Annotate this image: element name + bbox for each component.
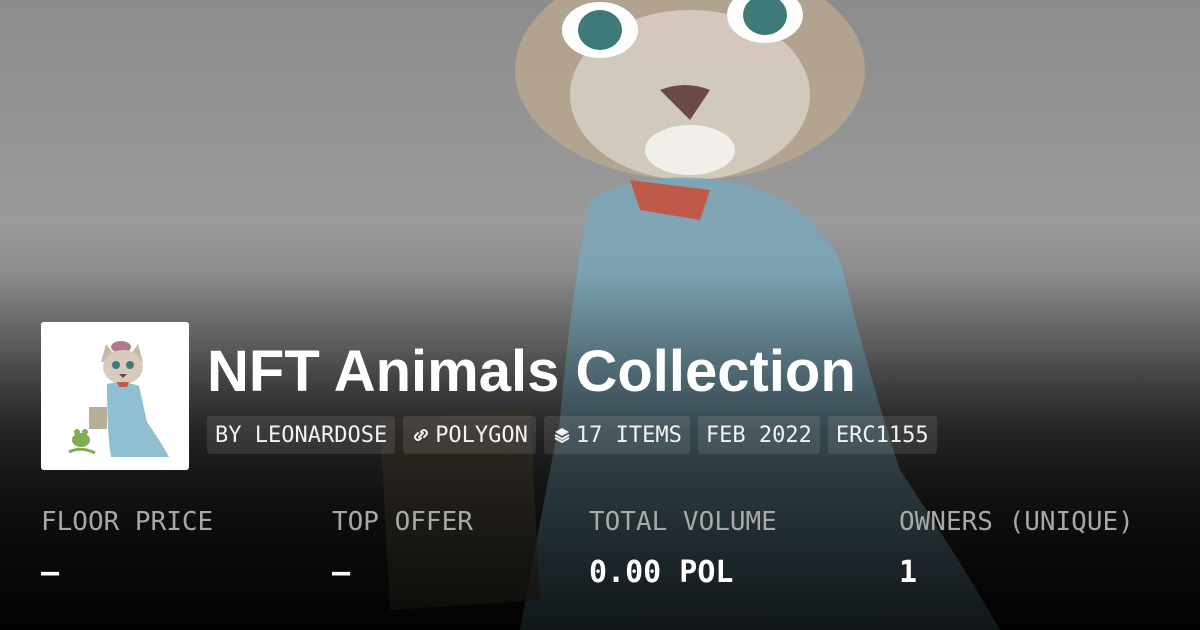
total-volume-label: TOTAL VOLUME [589, 507, 777, 537]
layers-icon [554, 428, 570, 444]
top-offer-stat: TOP OFFER — [332, 505, 473, 593]
collection-tags: BY LEONARDOSE POLYGON 17 ITEMS FEB 2022 … [207, 416, 937, 454]
items-tag-label: 17 ITEMS [575, 422, 682, 448]
chain-tag-label: POLYGON [435, 422, 528, 448]
owners-label: OWNERS (UNIQUE) [899, 507, 1134, 537]
polygon-link-icon [414, 429, 429, 441]
creator-tag-label: BY LEONARDOSE [215, 422, 388, 448]
owners-value: 1 [899, 555, 918, 590]
top-offer-value: — [332, 555, 351, 590]
floor-price-label: FLOOR PRICE [41, 507, 214, 537]
total-volume-stat: TOTAL VOLUME 0.00 POL [589, 505, 777, 593]
floor-price-stat: FLOOR PRICE — [41, 505, 213, 593]
owners-stat: OWNERS (UNIQUE) 1 [899, 505, 1134, 593]
cat-logo-image [41, 322, 189, 470]
standard-tag: ERC1155 [827, 416, 937, 454]
collection-title: NFT Animals Collection [207, 339, 856, 404]
items-tag[interactable]: 17 ITEMS [543, 416, 690, 454]
creator-tag[interactable]: BY LEONARDOSE [207, 416, 396, 454]
date-tag: FEB 2022 [697, 416, 820, 454]
chain-tag[interactable]: POLYGON [403, 416, 536, 454]
date-tag-label: FEB 2022 [705, 422, 812, 448]
total-volume-value: 0.00 POL [589, 555, 734, 590]
standard-tag-label: ERC1155 [835, 422, 929, 448]
collection-logo[interactable] [41, 322, 189, 470]
top-offer-label: TOP OFFER [332, 507, 473, 537]
floor-price-value: — [41, 555, 60, 590]
